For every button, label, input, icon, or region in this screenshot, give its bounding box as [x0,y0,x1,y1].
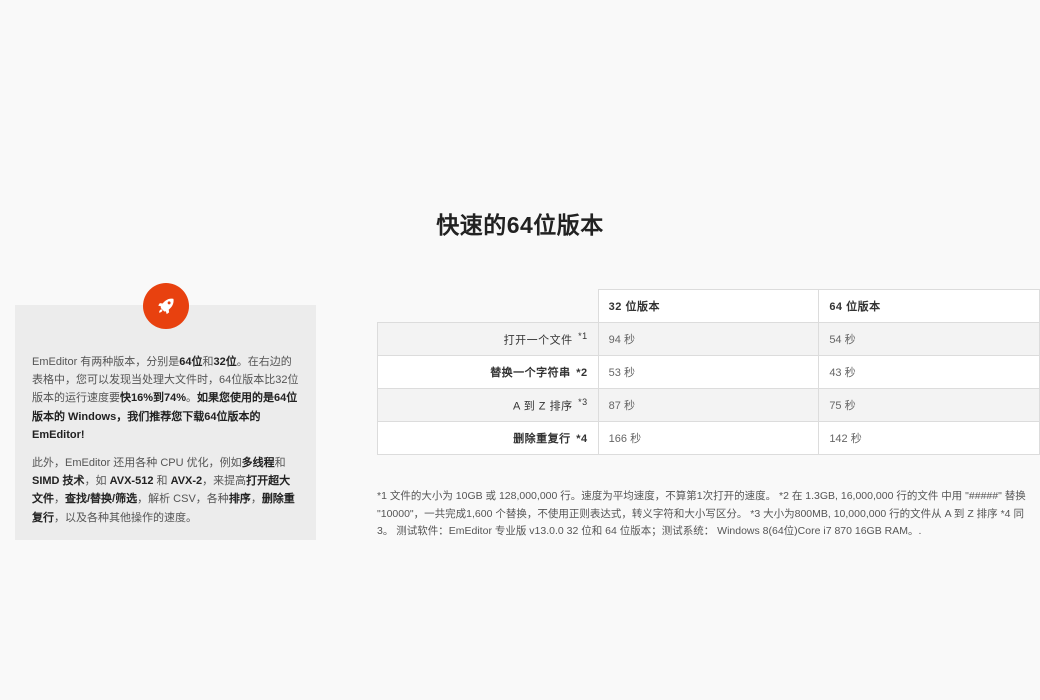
table-row: 打开一个文件 *1 94 秒 54 秒 [377,322,1040,356]
table-row: 删除重复行 *4 166 秒 142 秒 [377,421,1040,455]
emphasis-text: 64位 [179,356,203,368]
footnote-ref: *1 [578,330,588,341]
row-label-text: 替换一个字符串 [490,367,571,379]
table-row: 替换一个字符串 *2 53 秒 43 秒 [377,355,1040,389]
emphasis-text: AVX-2 [170,475,203,488]
body-text: ，来提高 [202,475,247,488]
table-row: A 到 Z 排序 *3 87 秒 75 秒 [377,388,1040,422]
table-corner-cell [377,289,599,323]
value-32bit: 53 秒 [597,355,820,389]
row-label-text: 打开一个文件 [503,334,573,347]
body-text: 和 [153,475,171,488]
info-card: EmEditor 有两种版本，分别是64位和32位。在右边的表格中，您可以发现当… [15,305,316,540]
emphasis-text: 查找/替换/筛选 [65,493,138,506]
emphasis-text: 32位 [213,356,237,368]
footnote-ref: *3 [578,396,588,407]
body-text: ，如 [84,475,110,488]
body-text: 和 [202,356,214,368]
row-label: 打开一个文件 *1 [377,322,599,356]
row-label: 替换一个字符串 *2 [377,355,599,389]
info-paragraph-2: 此外，EmEditor 还用各种 CPU 优化，例如多线程和 SIMD 技术，如… [32,454,300,527]
info-paragraph-1: EmEditor 有两种版本，分别是64位和32位。在右边的表格中，您可以发现当… [32,353,300,444]
body-text: EmEditor 有两种版本，分别是 [32,356,180,368]
value-32bit: 87 秒 [597,388,820,422]
rocket-icon [158,298,174,315]
table-body: 打开一个文件 *1 94 秒 54 秒替换一个字符串 *2 53 秒 43 秒A 到 Z… [377,322,1040,455]
value-64bit: 54 秒 [818,322,1040,356]
body-text: ， [54,493,65,506]
row-label-text: 删除重复行 [513,433,571,445]
footnote-ref: *2 [576,367,588,379]
emphasis-text: AVX-512 [109,475,154,488]
footnotes: *1 文件的大小为 10GB 或 128,000,000 行。速度为平均速度，不… [377,490,1026,537]
header-32bit: 32 位版本 [597,289,820,323]
body-text: ，解析 CSV，各种 [137,493,229,506]
table-header-row: 32 位版本 64 位版本 [377,289,1040,323]
speed-comparison-table: 32 位版本 64 位版本 打开一个文件 *1 94 秒 54 秒替换一个字符串 *… [377,289,1040,455]
value-64bit: 142 秒 [818,421,1040,455]
row-label: A 到 Z 排序 *3 [377,388,599,422]
body-text: ，以及各种其他操作的速度。 [54,511,197,524]
emphasis-text: SIMD 技术 [32,475,85,488]
emphasis-text: 多线程 [241,457,275,470]
value-64bit: 75 秒 [818,388,1040,422]
header-64bit: 64 位版本 [818,289,1040,323]
rocket-badge [143,283,189,329]
row-label: 删除重复行 *4 [377,421,599,455]
body-text: ， [250,493,262,506]
footnote-ref: *4 [576,433,588,445]
page-title: 快速的64位版本 [436,212,604,238]
value-32bit: 94 秒 [597,322,820,356]
body-text: 和 [274,457,286,470]
row-label-text: A 到 Z 排序 [512,400,573,413]
emphasis-text: 排序 [228,493,251,506]
value-32bit: 166 秒 [597,421,820,455]
value-64bit: 43 秒 [818,355,1040,389]
body-text: 。 [186,392,198,405]
emphasis-text: 快16%到74% [120,392,187,405]
body-text: 此外，EmEditor 还用各种 CPU 优化，例如 [32,457,242,470]
